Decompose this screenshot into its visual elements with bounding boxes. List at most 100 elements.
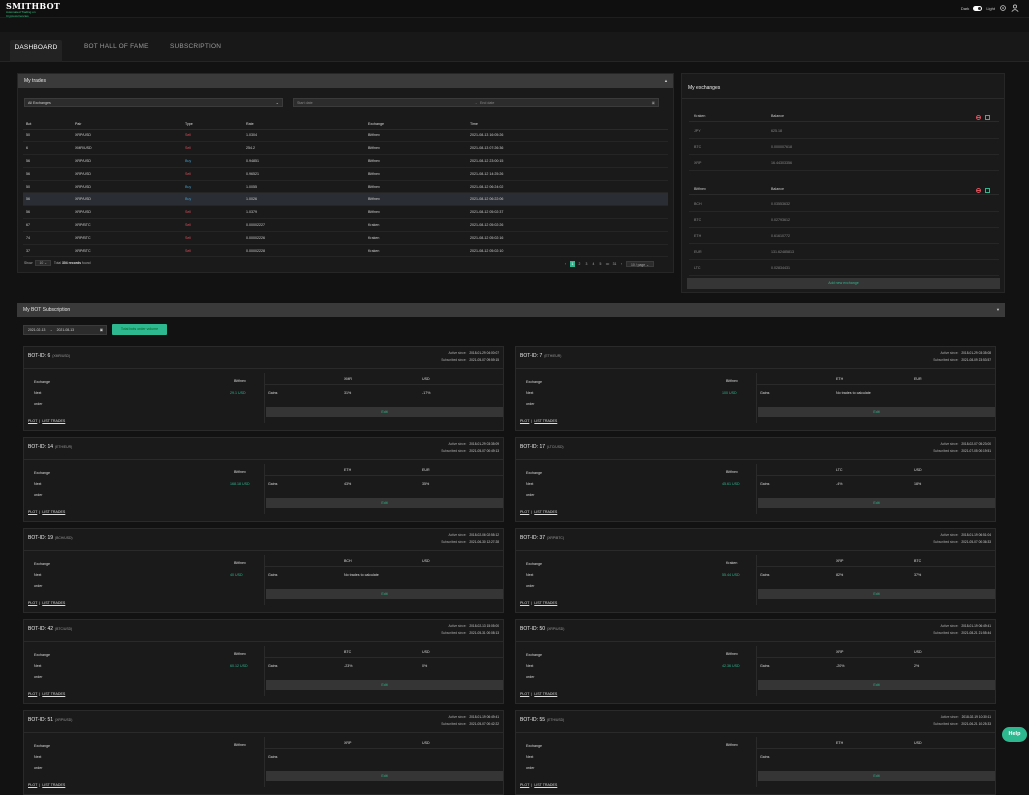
exchange-value: Bitfinex	[726, 379, 738, 383]
page-31[interactable]: 31	[612, 261, 617, 267]
divider	[264, 566, 503, 567]
edit-bot-button[interactable]: Edit	[266, 407, 503, 417]
plot-link[interactable]: PLOT	[520, 601, 529, 605]
bot-links: PLOT | LIST TRADES	[28, 510, 66, 514]
add-exchange-button[interactable]: Add new exchange	[687, 278, 1000, 289]
page-1[interactable]: 1	[570, 261, 575, 267]
list-trades-link[interactable]: LIST TRADES	[534, 510, 557, 514]
subscription-date-range[interactable]: 2021-02-13 → 2021-08-13 ▣	[23, 325, 107, 335]
list-trades-link[interactable]: LIST TRADES	[42, 419, 65, 423]
list-trades-link[interactable]: LIST TRADES	[534, 783, 557, 787]
table-row[interactable]: 50 XRP/USD Buy 1.0055 Bitfinex 2021-08-12 06:…	[23, 180, 668, 194]
exchange-label: Exchange	[34, 562, 50, 566]
date-range-input[interactable]: Start date → End date ▣	[293, 98, 659, 107]
col-pair: Pair	[72, 119, 182, 130]
table-row[interactable]: 56 XRP/USD Buy 0.94851 Bitfinex 2021-08-12 23…	[23, 154, 668, 168]
bot-pair: (XRP/USD)	[55, 718, 73, 722]
edit-bot-button[interactable]: Edit	[758, 771, 995, 781]
divider	[756, 657, 995, 658]
edit-bot-button[interactable]: Edit	[266, 771, 503, 781]
exchange-select[interactable]: All Exchanges ⌄	[24, 98, 283, 107]
list-trades-link[interactable]: LIST TRADES	[534, 601, 557, 605]
table-cell: 1.0026	[243, 192, 365, 207]
remove-exchange-icon[interactable]	[976, 115, 981, 120]
list-trades-link[interactable]: LIST TRADES	[42, 692, 65, 696]
table-row[interactable]: 6 XMR/USD Sell 254.2 Bitfinex 2021-08-13 07:2…	[23, 141, 668, 156]
collapse-icon[interactable]: ▲	[664, 74, 668, 88]
edit-bot-button[interactable]: Edit	[758, 498, 995, 508]
exchange-label: Exchange	[526, 380, 542, 384]
page-size-select[interactable]: 10 ⌄	[35, 260, 52, 266]
tab-dashboard[interactable]: DASHBOARD	[10, 40, 62, 62]
calendar-icon: ▣	[99, 328, 103, 332]
table-row[interactable]: 50 XRP/USD Sell 1.0304 Bitfinex 2021-08-13 16…	[23, 129, 668, 143]
next-page-icon[interactable]: ›	[619, 261, 624, 267]
table-row[interactable]: 74 XRP/BTC Sell 0.00002226 Kraken 2021-08-12 …	[23, 231, 668, 245]
edit-exchange-icon[interactable]	[985, 188, 990, 193]
edit-bot-button[interactable]: Edit	[266, 498, 503, 508]
table-row[interactable]: 56 XRP/USD Sell 0.96521 Bitfinex 2021-08-12 1…	[23, 167, 668, 181]
list-trades-link[interactable]: LIST TRADES	[534, 692, 557, 696]
collapse-icon[interactable]: ▼	[996, 303, 1000, 317]
table-cell: XRP/USD	[72, 192, 182, 207]
plot-link[interactable]: PLOT	[520, 419, 529, 423]
table-row[interactable]: 56 XRP/USD Buy 1.0026 Bitfinex 2021-08-12 06:…	[23, 192, 668, 207]
total-bots-volume-button[interactable]: Total bots order volume	[112, 324, 167, 335]
prev-page-icon[interactable]: ‹	[563, 261, 568, 267]
bot-card: BOT-ID: 14 (ETH/EUR) Active since: 2018-01…	[23, 437, 504, 522]
bot-links: PLOT | LIST TRADES	[520, 601, 558, 605]
edit-bot-button[interactable]: Edit	[758, 589, 995, 599]
page-3[interactable]: 3	[584, 261, 589, 267]
my-trades-header[interactable]: My trades ▲	[18, 74, 673, 88]
plot-link[interactable]: PLOT	[520, 692, 529, 696]
table-row[interactable]: 37 XRP/BTC Sell 0.00002228 Kraken 2021-08-12 …	[23, 244, 668, 258]
plot-link[interactable]: PLOT	[28, 783, 37, 787]
end-date-placeholder: End date	[480, 101, 495, 105]
edit-bot-button[interactable]: Edit	[758, 407, 995, 417]
page-ellipsis[interactable]: •••	[605, 261, 610, 267]
edit-bot-button[interactable]: Edit	[758, 680, 995, 690]
gain-1: 82%	[836, 573, 844, 577]
plot-link[interactable]: PLOT	[520, 783, 529, 787]
user-icon[interactable]	[1011, 4, 1019, 12]
edit-exchange-icon[interactable]	[985, 115, 990, 120]
balance-value: 0.03553632	[771, 202, 790, 206]
list-trades-link[interactable]: LIST TRADES	[42, 510, 65, 514]
theme-toggle[interactable]	[973, 5, 983, 11]
table-cell: Buy	[182, 154, 243, 168]
per-page-select[interactable]: 10 / page ⌄	[626, 261, 654, 267]
bot-subscription-header[interactable]: My BOT Subscription ▼	[17, 303, 1005, 317]
order-label: order	[526, 766, 535, 770]
table-row[interactable]: 56 XRP/USD Sell 1.0379 Bitfinex 2021-08-12 05…	[23, 205, 668, 220]
page-5[interactable]: 5	[598, 261, 603, 267]
plot-link[interactable]: PLOT	[520, 510, 529, 514]
list-trades-link[interactable]: LIST TRADES	[534, 419, 557, 423]
page-2[interactable]: 2	[577, 261, 582, 267]
table-footer: Show 10 ⌄ Total 304 records found	[24, 260, 91, 266]
edit-bot-button[interactable]: Edit	[266, 680, 503, 690]
settings-icon[interactable]	[999, 4, 1007, 12]
tab-subscription[interactable]: SUBSCRIPTION	[166, 43, 225, 61]
divider	[264, 464, 265, 514]
list-trades-link[interactable]: LIST TRADES	[42, 783, 65, 787]
logo[interactable]: SMITHBOT Automated Trading on Cryptocurre…	[6, 2, 60, 18]
page-4[interactable]: 4	[591, 261, 596, 267]
plot-link[interactable]: PLOT	[28, 601, 37, 605]
exchange-label: Exchange	[526, 562, 542, 566]
help-button[interactable]: Help	[1002, 727, 1027, 742]
gain-2: 37%	[914, 573, 922, 577]
balance-label: Balance	[771, 114, 784, 118]
gain-1: -23%	[344, 664, 353, 668]
plot-link[interactable]: PLOT	[28, 692, 37, 696]
remove-exchange-icon[interactable]	[976, 188, 981, 193]
next-label: Next	[34, 664, 42, 668]
balance-value: 0.02793612	[771, 218, 790, 222]
balance-row: BTC 0.02793612	[689, 212, 999, 228]
table-row[interactable]: 67 XRP/BTC Sell 0.00002227 Kraken 2021-08-12 …	[23, 218, 668, 232]
plot-link[interactable]: PLOT	[28, 419, 37, 423]
plot-link[interactable]: PLOT	[28, 510, 37, 514]
list-trades-link[interactable]: LIST TRADES	[42, 601, 65, 605]
edit-bot-button[interactable]: Edit	[266, 589, 503, 599]
tab-bot-hall-of-fame[interactable]: BOT HALL OF FAME	[80, 43, 153, 61]
table-cell: XMR/USD	[72, 141, 182, 156]
